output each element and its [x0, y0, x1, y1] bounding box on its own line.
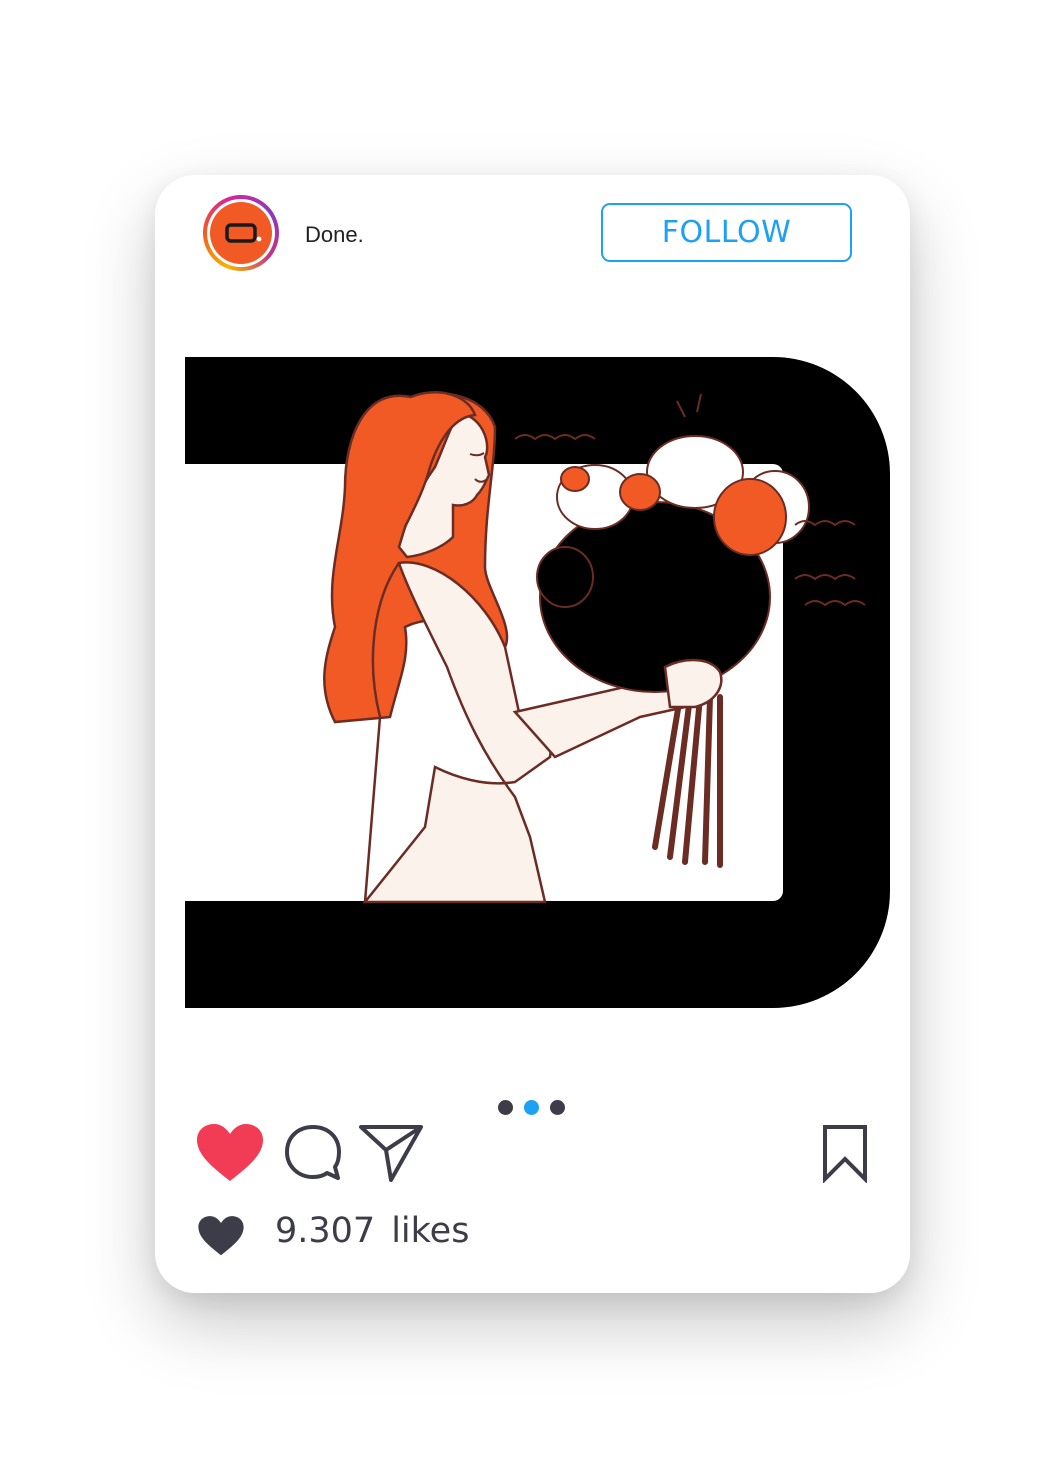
carousel-dot-active[interactable] — [524, 1100, 539, 1115]
carousel-dot[interactable] — [498, 1100, 513, 1115]
heart-icon — [198, 1216, 244, 1256]
carousel-dot[interactable] — [550, 1100, 565, 1115]
avatar[interactable] — [203, 195, 279, 271]
bookmark-icon[interactable] — [821, 1123, 869, 1183]
paper-plane-icon[interactable] — [358, 1123, 424, 1183]
likes-label: likes — [391, 1211, 470, 1251]
page: Done. FOLLOW 9.307 likes — [0, 0, 1048, 1460]
likes-number: 9.307 — [275, 1211, 376, 1251]
done-d-shape — [185, 357, 890, 1008]
post-card: Done. FOLLOW 9.307 likes — [155, 175, 910, 1293]
heart-icon[interactable] — [195, 1123, 265, 1183]
post-image — [185, 357, 890, 1008]
carousel-indicator — [498, 1099, 568, 1117]
follow-button[interactable]: FOLLOW — [601, 203, 852, 262]
likes-count: 9.307 likes — [275, 1211, 469, 1251]
username[interactable]: Done. — [305, 222, 364, 248]
comment-icon[interactable] — [283, 1123, 343, 1183]
done-logo-icon — [225, 223, 262, 243]
